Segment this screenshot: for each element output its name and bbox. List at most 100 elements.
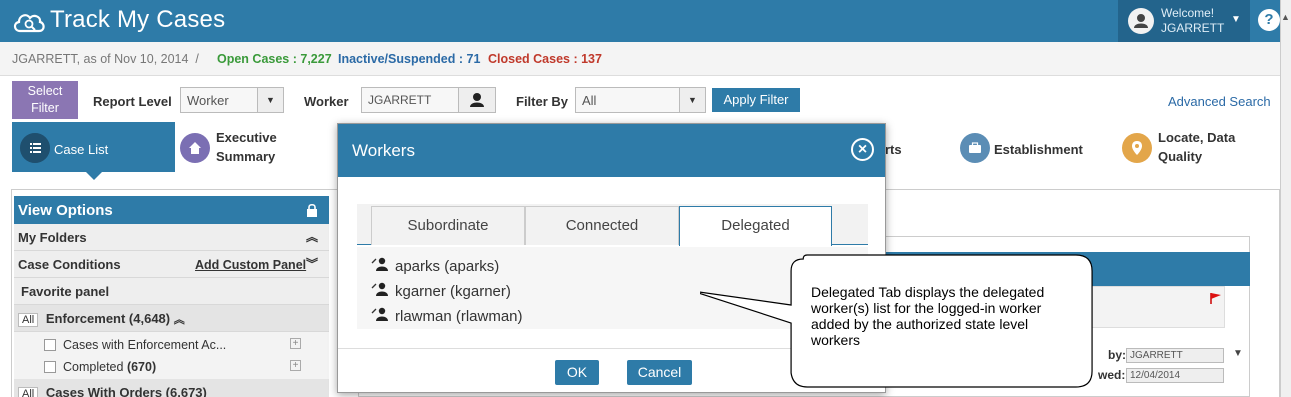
tab-locate-label: Locate, Data Quality bbox=[1158, 128, 1235, 166]
plus-icon[interactable]: + bbox=[290, 338, 301, 349]
report-level-select[interactable]: Worker ▼ bbox=[180, 87, 284, 113]
my-folders-row[interactable]: My Folders ︽ bbox=[14, 224, 329, 251]
filter-by-value: All bbox=[582, 93, 597, 108]
home-icon bbox=[180, 133, 210, 163]
flag-icon[interactable] bbox=[1210, 292, 1222, 304]
user-date-text: JGARRETT, as of Nov 10, 2014 / bbox=[12, 52, 199, 66]
delegated-user-icon bbox=[371, 307, 395, 323]
worker-value: JGARRETT bbox=[368, 93, 432, 107]
report-level-value: Worker bbox=[187, 93, 229, 108]
list-item[interactable]: aparks (aparks) bbox=[371, 257, 499, 277]
item-completed-count: (670) bbox=[126, 360, 157, 374]
case-conditions-row: Case Conditions Add Custom Panel ︾ bbox=[14, 251, 329, 278]
callout-line: workers bbox=[811, 332, 861, 348]
tab-executive-summary[interactable]: Executive Summary bbox=[178, 122, 338, 172]
delegated-user-icon bbox=[371, 282, 395, 298]
advanced-search-link[interactable]: Advanced Search bbox=[1168, 94, 1271, 109]
modal-title: Workers bbox=[352, 141, 415, 160]
add-custom-panel-link[interactable]: Add Custom Panel bbox=[195, 258, 306, 272]
filter-bar: Select Filter Report Level Worker ▼ Work… bbox=[0, 76, 1280, 122]
cancel-button[interactable]: Cancel bbox=[627, 360, 692, 385]
worker-label: Worker bbox=[304, 94, 349, 109]
tab-connected[interactable]: Connected bbox=[525, 206, 679, 245]
tab-establishment[interactable]: Establishment bbox=[958, 122, 1108, 172]
my-folders-label: My Folders bbox=[18, 230, 87, 245]
list-item[interactable]: kgarner (kgarner) bbox=[371, 282, 511, 302]
by-field[interactable]: JGARRETT bbox=[1126, 348, 1224, 363]
report-level-label: Report Level bbox=[93, 94, 172, 109]
worker-name: kgarner (kgarner) bbox=[395, 283, 511, 300]
favorite-panel-row[interactable]: Favorite panel bbox=[14, 278, 329, 305]
cases-with-orders-row[interactable]: All Cases With Orders (6,673) bbox=[14, 379, 329, 397]
closed-cases-link[interactable]: Closed Cases : 137 bbox=[488, 52, 602, 66]
select-filter-line1: Select bbox=[27, 84, 63, 98]
tab-reports-label: rts bbox=[885, 142, 902, 157]
tab-case-list[interactable]: Case List bbox=[12, 122, 175, 180]
tab-reports[interactable]: rts bbox=[885, 122, 925, 172]
case-conditions-label: Case Conditions bbox=[18, 257, 121, 272]
worker-input[interactable]: JGARRETT bbox=[361, 87, 459, 113]
tab-label-line1: Locate, Data bbox=[1158, 130, 1236, 145]
enforcement-items: Cases with Enforcement Ac... + Completed… bbox=[14, 332, 329, 376]
location-pin-icon bbox=[1122, 133, 1152, 163]
view-options-sidebar: View Options My Folders ︽ Case Condition… bbox=[14, 196, 329, 397]
checkbox[interactable] bbox=[44, 361, 56, 373]
user-icon bbox=[1134, 14, 1148, 28]
view-options-title: View Options bbox=[18, 202, 113, 219]
worker-picker-button[interactable] bbox=[458, 87, 496, 113]
tab-subordinate[interactable]: Subordinate bbox=[371, 206, 525, 245]
app-header: Track My Cases Welcome! JGARRETT ▼ ? bbox=[0, 0, 1291, 42]
apply-filter-button[interactable]: Apply Filter bbox=[712, 88, 800, 112]
enforcement-label: Enforcement (4,648) bbox=[45, 311, 171, 326]
tab-locate-data-quality[interactable]: Locate, Data Quality bbox=[1120, 122, 1270, 172]
tab-label-line2: Summary bbox=[216, 149, 276, 164]
separator: / bbox=[195, 52, 199, 66]
worker-name: rlawman (rlawman) bbox=[395, 308, 523, 325]
chevron-down-icon: ▼ bbox=[679, 88, 705, 112]
delegated-user-icon bbox=[371, 257, 395, 273]
welcome-text: Welcome! JGARRETT bbox=[1161, 6, 1224, 36]
tab-label-line1: Executive bbox=[216, 130, 277, 145]
cases-with-orders-label: Cases With Orders (6,673) bbox=[45, 385, 207, 397]
enforcement-row[interactable]: All Enforcement (4,648) ︽ bbox=[14, 305, 329, 332]
tab-delegated[interactable]: Delegated bbox=[679, 206, 832, 246]
help-button[interactable]: ? bbox=[1258, 9, 1280, 31]
wed-field[interactable]: 12/04/2014 bbox=[1126, 368, 1224, 383]
avatar bbox=[1128, 8, 1154, 34]
filter-by-select[interactable]: All ▼ bbox=[575, 87, 706, 113]
all-chip[interactable]: All bbox=[18, 387, 39, 397]
close-icon[interactable]: × bbox=[851, 138, 874, 161]
favorite-panel-label: Favorite panel bbox=[21, 284, 110, 299]
tab-label-line2: Quality bbox=[1158, 149, 1203, 164]
item-completed[interactable]: Completed (670) bbox=[63, 360, 156, 374]
list-icon bbox=[20, 133, 50, 163]
list-item[interactable]: rlawman (rlawman) bbox=[371, 307, 523, 327]
chevron-down-icon: ▼ bbox=[257, 88, 283, 112]
chevron-down-double-icon[interactable]: ︾ bbox=[306, 255, 318, 272]
chevron-down-icon[interactable]: ▼ bbox=[1233, 348, 1243, 359]
select-filter-button[interactable]: Select Filter bbox=[12, 81, 78, 119]
chevron-up-double-icon[interactable]: ︽ bbox=[174, 314, 185, 326]
filter-by-label: Filter By bbox=[516, 94, 569, 109]
checkbox[interactable] bbox=[44, 339, 56, 351]
callout-line: added by the authorized state level bbox=[811, 316, 1029, 332]
inactive-cases-link[interactable]: Inactive/Suspended : 71 bbox=[338, 52, 480, 66]
user-menu[interactable]: Welcome! JGARRETT ▼ bbox=[1118, 0, 1250, 42]
by-label: by: bbox=[1108, 348, 1126, 362]
lock-icon[interactable] bbox=[306, 203, 318, 217]
scroll-up-icon[interactable]: ▲ bbox=[1281, 12, 1290, 22]
plus-icon[interactable]: + bbox=[290, 360, 301, 371]
callout-text: Delegated Tab displays the delegated wor… bbox=[811, 284, 1096, 348]
open-cases-link[interactable]: Open Cases : 7,227 bbox=[217, 52, 332, 66]
chevron-up-double-icon[interactable]: ︽ bbox=[306, 228, 318, 245]
item-completed-label: Completed bbox=[63, 360, 124, 374]
chevron-down-icon: ▼ bbox=[1231, 14, 1241, 25]
tab-executive-summary-label: Executive Summary bbox=[216, 128, 277, 166]
callout-line: worker(s) list for the logged-in worker bbox=[811, 300, 1042, 316]
all-chip[interactable]: All bbox=[18, 313, 39, 327]
user-date: JGARRETT, as of Nov 10, 2014 bbox=[12, 52, 189, 66]
scrollbar[interactable] bbox=[1280, 0, 1291, 397]
tab-case-list-label: Case List bbox=[54, 142, 109, 157]
item-enforcement-actions[interactable]: Cases with Enforcement Ac... bbox=[63, 338, 226, 352]
ok-button[interactable]: OK bbox=[555, 360, 599, 385]
